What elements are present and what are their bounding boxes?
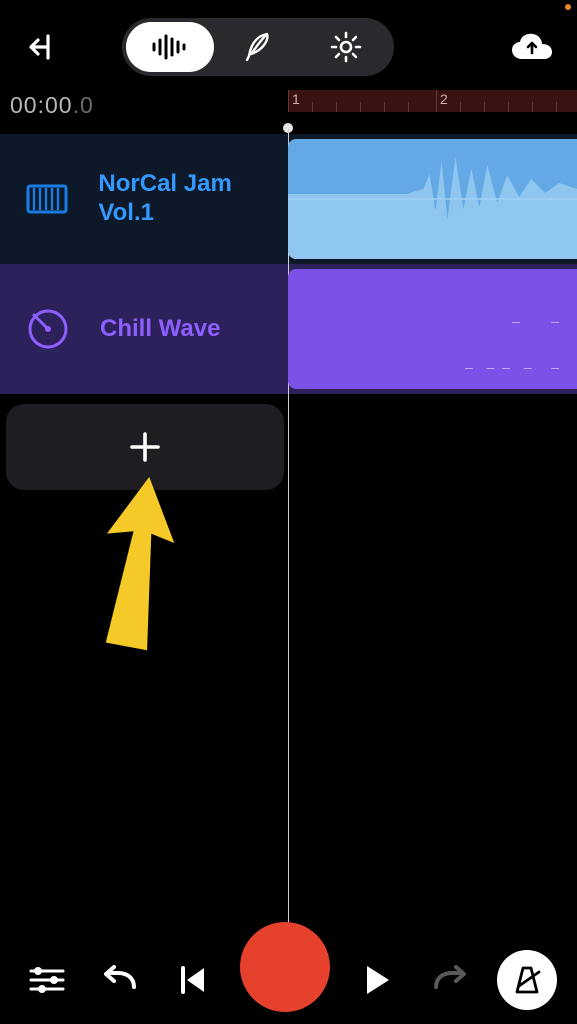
- timecode-frac: .0: [73, 92, 94, 118]
- add-track-button[interactable]: [6, 404, 284, 490]
- mode-switcher: [122, 18, 394, 76]
- gear-icon: [329, 30, 363, 64]
- audio-clip[interactable]: [288, 139, 577, 259]
- play-button[interactable]: [351, 954, 403, 1006]
- keyboard-icon: [24, 176, 70, 222]
- mixer-button[interactable]: [21, 954, 73, 1006]
- undo-button[interactable]: [94, 954, 146, 1006]
- waveform-graphic: [288, 139, 577, 259]
- instrument-icon: [22, 303, 74, 355]
- cloud-upload-icon: [510, 31, 554, 63]
- track-name: Chill Wave: [100, 315, 220, 344]
- metronome-button[interactable]: [497, 950, 557, 1010]
- annotation-arrow: [86, 476, 186, 666]
- timeline-ruler[interactable]: 1 2: [288, 90, 577, 130]
- record-button[interactable]: [240, 922, 330, 1012]
- tab-lyrics[interactable]: [214, 22, 302, 72]
- disc-icon: [24, 305, 72, 353]
- tab-audio[interactable]: [126, 22, 214, 72]
- clip-note-marks: – – – – – – –: [465, 359, 561, 375]
- undo-icon: [100, 965, 140, 995]
- skip-back-button[interactable]: [167, 954, 219, 1006]
- tab-settings[interactable]: [302, 22, 390, 72]
- timecode-main: 00:00: [10, 92, 73, 118]
- cloud-upload-button[interactable]: [509, 24, 555, 70]
- ruler-marker: 2: [440, 91, 448, 107]
- play-icon: [363, 963, 391, 997]
- status-dot: [565, 4, 571, 10]
- redo-button[interactable]: [424, 954, 476, 1006]
- metronome-icon: [511, 964, 543, 996]
- track-row[interactable]: NorCal Jam Vol.1: [0, 134, 577, 264]
- audio-clip[interactable]: – – – – – – –: [288, 269, 577, 389]
- transport-toolbar: [0, 936, 577, 1024]
- skip-back-icon: [178, 964, 208, 996]
- header-bar: [0, 0, 577, 90]
- sliders-icon: [28, 964, 66, 996]
- timecode-display: 00:00.0: [0, 90, 288, 119]
- track-row[interactable]: Chill Wave – – – – – – –: [0, 264, 577, 394]
- track-header[interactable]: NorCal Jam Vol.1: [0, 170, 288, 228]
- back-button[interactable]: [22, 26, 64, 68]
- track-header[interactable]: Chill Wave: [0, 303, 288, 355]
- back-icon: [26, 30, 60, 64]
- instrument-icon: [22, 173, 72, 225]
- feather-icon: [243, 30, 273, 64]
- track-name: NorCal Jam Vol.1: [98, 170, 288, 228]
- audio-waveform-icon: [150, 33, 190, 61]
- redo-icon: [430, 965, 470, 995]
- plus-icon: [127, 429, 163, 465]
- ruler-marker: 1: [292, 91, 300, 107]
